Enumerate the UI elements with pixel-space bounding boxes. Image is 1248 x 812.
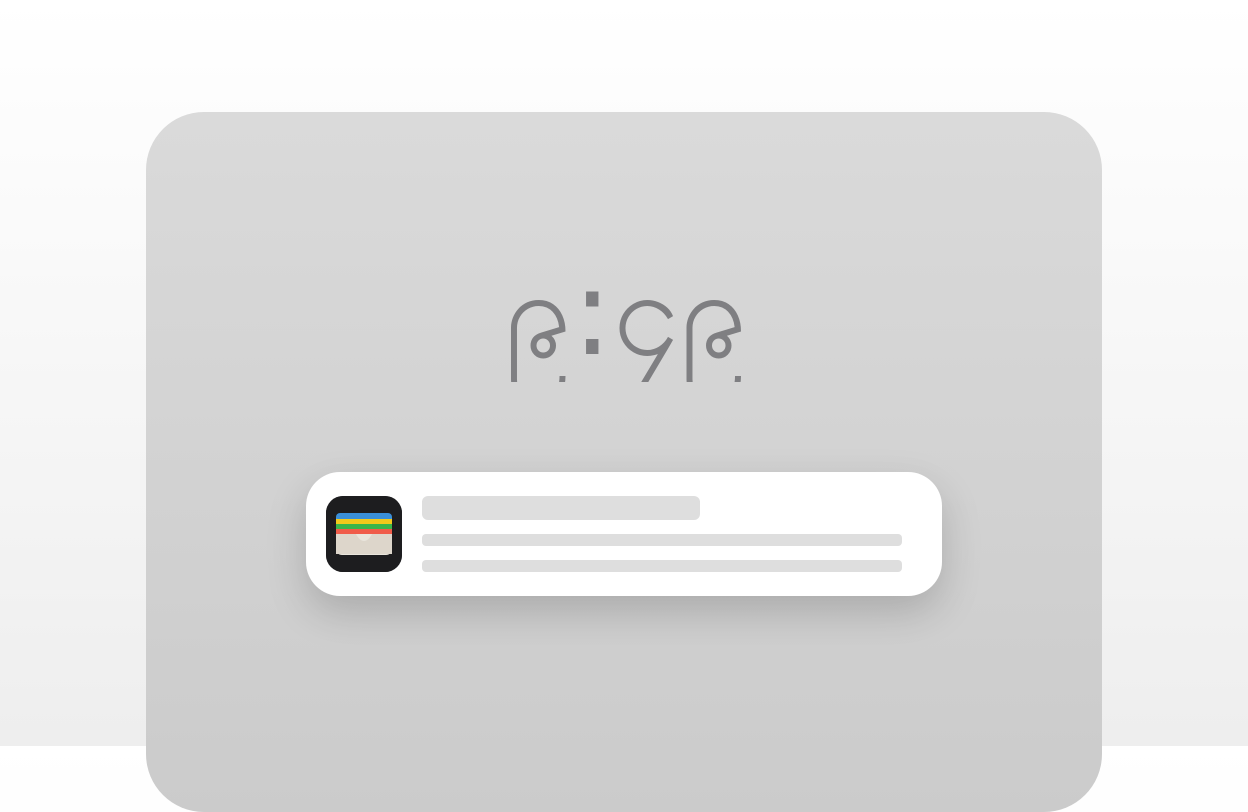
wallet-icon [326, 496, 402, 572]
notification-title-placeholder [422, 496, 700, 520]
page: { "lock_screen": { "time": "၉:၄၉", "time… [0, 0, 1248, 812]
wallet-notification[interactable] [306, 472, 942, 596]
lock-screen: ၉:၄၉ [146, 112, 1102, 812]
lock-screen-time-text: ၉:၄၉ [505, 252, 748, 382]
notification-body-line-2 [422, 560, 902, 572]
notification-body-line-1 [422, 534, 902, 546]
lock-screen-time: ၉:၄၉ [505, 252, 748, 382]
